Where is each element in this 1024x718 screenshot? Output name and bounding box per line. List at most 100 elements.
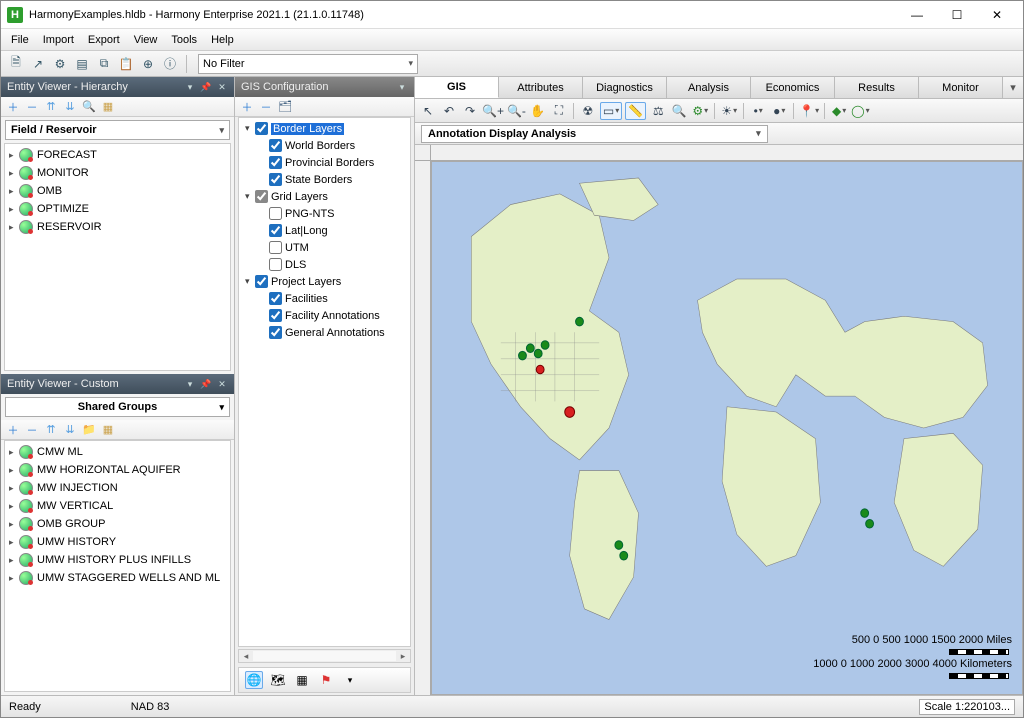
grid-icon[interactable]: ▦ [100,422,116,438]
ruler-select-icon[interactable]: ▭▾ [600,102,622,120]
gis-layer[interactable]: Provincial Borders [241,154,408,171]
gis-group[interactable]: ▾Grid Layers [241,188,408,205]
gear-green-icon[interactable]: ⚙▾ [691,102,709,120]
checkbox[interactable] [269,292,282,305]
checkbox[interactable] [269,241,282,254]
panel-close-icon[interactable]: ✕ [216,378,228,390]
grid-icon[interactable]: ▦ [100,99,116,115]
custom-item[interactable]: ▸CMW ML [7,443,228,461]
chevron-down-icon[interactable]: ▾ [341,671,359,689]
expand-icon[interactable]: ▸ [9,465,19,476]
tab-attributes[interactable]: Attributes [499,77,583,98]
layers-icon[interactable]: ▤ [73,55,91,73]
gis-layer-tree[interactable]: ▾Border LayersWorld BordersProvincial Bo… [238,117,411,647]
panel-dropdown-icon[interactable]: ▾ [184,81,196,93]
tab-analysis[interactable]: Analysis [667,77,751,98]
menu-view[interactable]: View [134,34,158,46]
expand-icon[interactable]: ▸ [9,204,19,215]
remove-icon[interactable]: － [258,99,274,115]
collapse-icon[interactable]: ▾ [245,276,255,287]
custom-item[interactable]: ▸MW INJECTION [7,479,228,497]
expand-all-icon[interactable]: ⇈ [43,99,59,115]
tab-monitor[interactable]: Monitor [919,77,1003,98]
checkbox[interactable] [255,275,268,288]
redo-icon[interactable]: ↷ [461,102,479,120]
field-reservoir-dropdown[interactable]: Field / Reservoir ▾ [5,120,230,140]
expand-icon[interactable]: ▸ [9,186,19,197]
gis-layer[interactable]: DLS [241,256,408,273]
zoom-in-icon[interactable]: 🔍+ [482,102,504,120]
extent-icon[interactable]: ⛶ [550,102,568,120]
panel-dropdown-icon[interactable]: ▾ [184,378,196,390]
balance-icon[interactable]: ⚖ [649,102,667,120]
expand-icon[interactable]: ▸ [9,519,19,530]
checkbox[interactable] [255,190,268,203]
hierarchy-tree[interactable]: ▸FORECAST▸MONITOR▸OMB▸OPTIMIZE▸RESERVOIR [4,143,231,371]
dot2-icon[interactable]: ●▾ [770,102,788,120]
menu-help[interactable]: Help [211,34,234,46]
collapse-all-icon[interactable]: ⇊ [62,99,78,115]
gis-layer[interactable]: Facility Annotations [241,307,408,324]
expand-icon[interactable]: ▸ [9,573,19,584]
shared-groups-dropdown[interactable]: Shared Groups ▾ [5,397,230,417]
gis-h-scrollbar[interactable]: ◂ ▸ [238,649,411,663]
add-icon[interactable]: ＋ [5,99,21,115]
diamond-icon[interactable]: ◆▾ [830,102,848,120]
collapse-icon[interactable]: ▾ [245,123,255,134]
minimize-button[interactable]: — [897,3,937,27]
search-icon[interactable]: 🔍 [670,102,688,120]
expand-icon[interactable]: ▸ [9,447,19,458]
pointer-icon[interactable]: ↖ [419,102,437,120]
table-icon[interactable]: ▦ [293,671,311,689]
expand-icon[interactable]: ▸ [9,483,19,494]
pan-icon[interactable]: ✋ [529,102,547,120]
checkbox[interactable] [269,224,282,237]
measure-icon[interactable]: 📏 [625,102,646,120]
checkbox[interactable] [269,173,282,186]
copy-icon[interactable]: ⧉ [95,55,113,73]
undo-icon[interactable]: ↶ [440,102,458,120]
pin-icon[interactable]: 📍▾ [799,102,819,120]
checkbox[interactable] [269,207,282,220]
new-icon[interactable]: 🗎 [7,55,25,73]
sun-icon[interactable]: ☀▾ [720,102,738,120]
checkbox[interactable] [269,309,282,322]
tab-gis[interactable]: GIS [415,77,499,98]
add-icon[interactable]: ＋ [5,422,21,438]
checkbox[interactable] [255,122,268,135]
status-scale[interactable]: Scale 1:220103... [919,699,1015,715]
zoom-out-icon[interactable]: 🔍- [507,102,526,120]
gis-layer[interactable]: General Annotations [241,324,408,341]
circle-icon[interactable]: ◯▾ [851,102,869,120]
tabs-overflow-icon[interactable]: ▾ [1003,77,1023,98]
hierarchy-item[interactable]: ▸RESERVOIR [7,218,228,236]
custom-item[interactable]: ▸UMW HISTORY [7,533,228,551]
layers2-icon[interactable]: 🗺 [269,671,287,689]
tab-economics[interactable]: Economics [751,77,835,98]
layers-icon[interactable]: 🗂 [277,99,293,115]
remove-icon[interactable]: － [24,99,40,115]
gis-group[interactable]: ▾Border Layers [241,120,408,137]
expand-icon[interactable]: ▸ [9,537,19,548]
hierarchy-item[interactable]: ▸MONITOR [7,164,228,182]
dot1-icon[interactable]: •▾ [749,102,767,120]
paste-icon[interactable]: 📋 [117,55,135,73]
expand-icon[interactable]: ▸ [9,501,19,512]
chevron-down-icon[interactable]: ▾ [396,81,408,93]
custom-item[interactable]: ▸UMW HISTORY PLUS INFILLS [7,551,228,569]
scroll-right-icon[interactable]: ▸ [396,651,410,662]
collapse-all-icon[interactable]: ⇊ [62,422,78,438]
panel-pin-icon[interactable]: 📌 [200,378,212,390]
hierarchy-item[interactable]: ▸FORECAST [7,146,228,164]
expand-icon[interactable]: ▸ [9,222,19,233]
scroll-left-icon[interactable]: ◂ [239,651,253,662]
panel-close-icon[interactable]: ✕ [216,81,228,93]
annotation-dropdown[interactable]: Annotation Display Analysis ▾ [421,125,768,143]
hierarchy-item[interactable]: ▸OMB [7,182,228,200]
checkbox[interactable] [269,326,282,339]
menu-export[interactable]: Export [88,34,120,46]
custom-item[interactable]: ▸OMB GROUP [7,515,228,533]
folder-icon[interactable]: 📁 [81,422,97,438]
checkbox[interactable] [269,156,282,169]
flag-icon[interactable]: ⚑ [317,671,335,689]
